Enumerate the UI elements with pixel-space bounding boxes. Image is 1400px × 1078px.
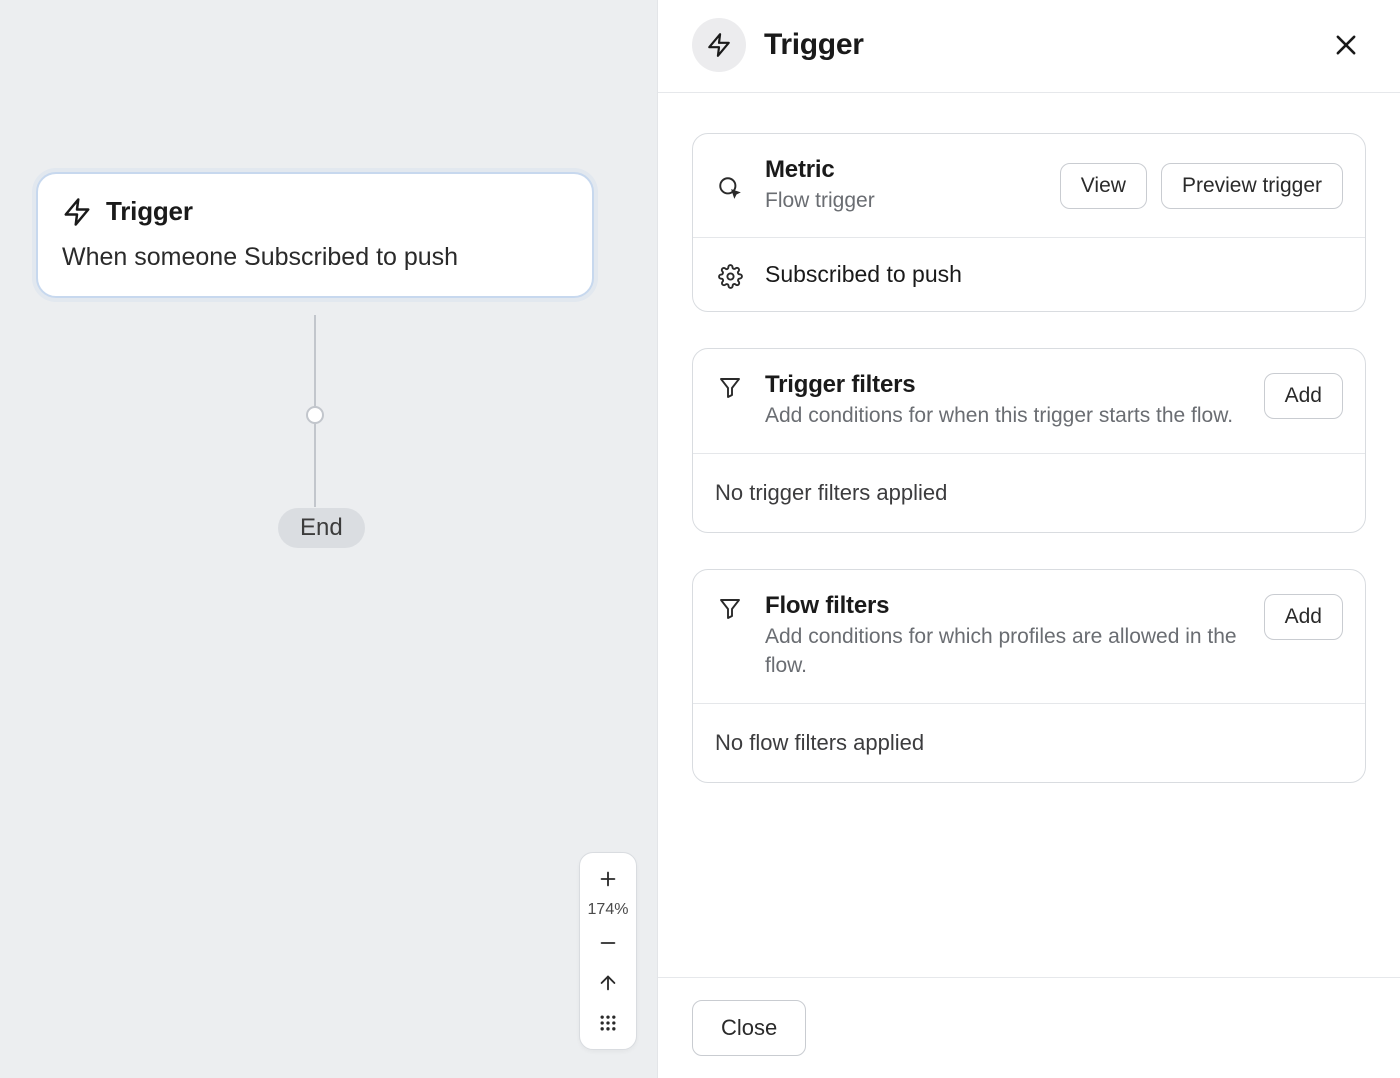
trigger-node-description: When someone Subscribed to push — [62, 243, 568, 272]
metric-title: Metric — [765, 156, 1040, 184]
trigger-filters-title: Trigger filters — [765, 371, 1244, 399]
trigger-settings-panel: Trigger Metric Flow trigger — [658, 0, 1400, 1078]
trigger-filters-card: Trigger filters Add conditions for when … — [692, 348, 1366, 532]
zoom-out-button[interactable] — [580, 923, 636, 963]
panel-footer: Close — [658, 977, 1400, 1078]
preview-trigger-button[interactable]: Preview trigger — [1161, 163, 1343, 209]
close-button[interactable]: Close — [692, 1000, 806, 1056]
gear-icon — [715, 260, 745, 289]
panel-header: Trigger — [658, 0, 1400, 93]
end-node: End — [278, 508, 365, 548]
connector-add-point[interactable] — [306, 406, 324, 424]
filter-icon — [715, 592, 745, 620]
lightning-icon — [62, 197, 92, 227]
metric-selected-value: Subscribed to push — [765, 261, 1343, 288]
filter-icon — [715, 371, 745, 399]
metric-subtitle: Flow trigger — [765, 186, 1040, 215]
flow-canvas[interactable]: Trigger When someone Subscribed to push … — [0, 0, 658, 1078]
flow-filters-subtitle: Add conditions for which profiles are al… — [765, 622, 1244, 681]
close-icon[interactable] — [1326, 25, 1366, 65]
zoom-to-top-button[interactable] — [580, 963, 636, 1003]
zoom-in-button[interactable] — [580, 859, 636, 899]
cursor-click-icon — [715, 171, 745, 201]
lightning-icon — [692, 18, 746, 72]
trigger-filters-subtitle: Add conditions for when this trigger sta… — [765, 401, 1244, 430]
flow-filters-title: Flow filters — [765, 592, 1244, 620]
trigger-node[interactable]: Trigger When someone Subscribed to push — [36, 172, 594, 298]
view-button[interactable]: View — [1060, 163, 1147, 209]
zoom-level-label: 174% — [588, 899, 629, 923]
add-trigger-filter-button[interactable]: Add — [1264, 373, 1343, 419]
flow-filters-card: Flow filters Add conditions for which pr… — [692, 569, 1366, 783]
trigger-filters-empty-state: No trigger filters applied — [693, 453, 1365, 532]
zoom-control: 174% — [579, 852, 637, 1050]
zoom-grid-button[interactable] — [580, 1003, 636, 1043]
flow-filters-empty-state: No flow filters applied — [693, 703, 1365, 782]
metric-card: Metric Flow trigger View Preview trigger — [692, 133, 1366, 312]
add-flow-filter-button[interactable]: Add — [1264, 594, 1343, 640]
panel-title: Trigger — [764, 28, 1308, 62]
trigger-node-title: Trigger — [106, 196, 193, 227]
